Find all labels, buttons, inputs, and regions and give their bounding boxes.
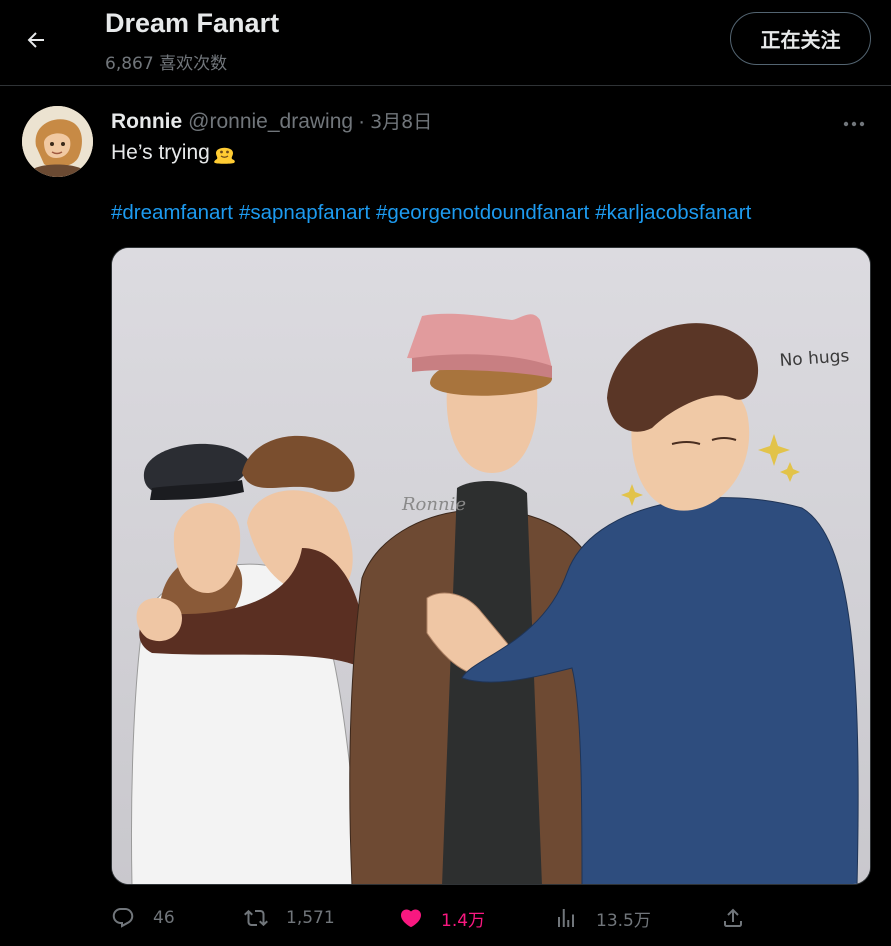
repost-icon (244, 909, 268, 927)
page-title: Dream Fanart (105, 8, 280, 38)
hashtag-link[interactable]: #sapnapfanart (239, 201, 370, 224)
views-chart-icon (558, 909, 574, 927)
repost-count: 1,571 (286, 908, 335, 928)
views-count: 13.5万 (596, 910, 651, 931)
post-text-content: He’s trying (111, 140, 210, 164)
author-handle[interactable]: @ronnie_drawing (188, 110, 353, 134)
avatar[interactable] (22, 106, 93, 177)
reply-icon (112, 908, 134, 928)
more-options-button[interactable] (837, 110, 871, 138)
share-icon (724, 908, 742, 927)
views-button[interactable]: 13.5万 (554, 898, 651, 938)
like-button[interactable]: 1.4万 (399, 898, 485, 938)
melting-face-emoji-icon (213, 147, 235, 164)
separator-dot: · (358, 110, 366, 133)
reply-count: 46 (153, 908, 175, 928)
author-name[interactable]: Ronnie (111, 110, 182, 134)
action-bar: 46 1,571 1.4万 13.5万 (111, 898, 871, 938)
back-button[interactable] (16, 20, 56, 60)
likes-count-subtitle: 6,867 喜欢次数 (105, 54, 228, 74)
hashtags: #dreamfanart #sapnapfanart #georgenotdound… (111, 201, 757, 225)
hashtag-link[interactable]: #karljacobsfanart (595, 201, 751, 224)
post-text: He’s trying (111, 140, 237, 165)
repost-button[interactable]: 1,571 (244, 898, 335, 938)
following-button[interactable]: 正在关注 (730, 12, 871, 65)
arrow-left-icon (27, 32, 44, 48)
post-image[interactable]: Ronnie No hugs (111, 247, 871, 885)
reply-button[interactable]: 46 (111, 898, 175, 938)
hashtag-link[interactable]: #dreamfanart (111, 201, 233, 224)
hashtag-link[interactable]: #georgenotdoundfanart (376, 201, 589, 224)
post-header: Ronnie @ronnie_drawing · 3月8日 (111, 107, 432, 137)
more-icon (843, 121, 865, 127)
heart-filled-icon (400, 909, 422, 928)
like-count: 1.4万 (441, 910, 486, 931)
header: Dream Fanart 6,867 喜欢次数 正在关注 (0, 0, 891, 86)
share-button[interactable] (721, 898, 745, 938)
post-date[interactable]: 3月8日 (370, 107, 432, 134)
svg-text:Ronnie: Ronnie (401, 494, 466, 515)
